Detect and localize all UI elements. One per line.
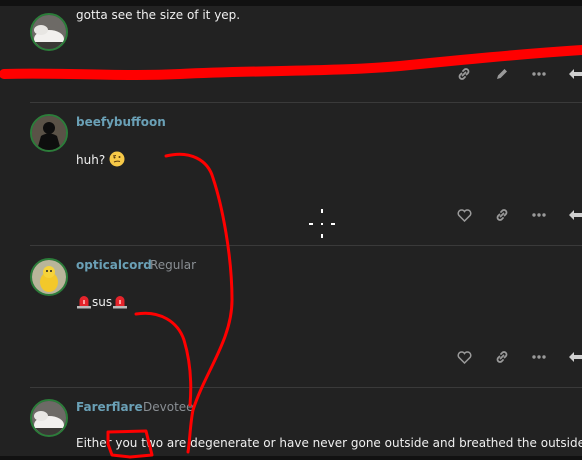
post-actions [455, 65, 582, 85]
reply-button[interactable] [567, 348, 582, 366]
more-icon [532, 213, 546, 217]
top-edge [0, 0, 582, 6]
post-body: huh? [76, 151, 125, 170]
post-divider [30, 245, 582, 246]
link-button[interactable] [493, 348, 511, 366]
reply-icon [568, 68, 582, 80]
user-title: Devotee [143, 400, 194, 414]
heart-icon [457, 208, 472, 222]
link-button[interactable] [493, 206, 511, 224]
link-button[interactable] [455, 65, 473, 83]
avatar[interactable] [30, 258, 68, 296]
siren-emoji [76, 293, 92, 312]
more-icon [532, 355, 546, 359]
reply-button[interactable] [567, 65, 582, 83]
username[interactable]: Farerflare [76, 400, 143, 414]
post-actions [455, 206, 582, 226]
link-icon [495, 350, 509, 364]
post-divider [30, 102, 582, 103]
username[interactable]: beefybuffoon [76, 115, 166, 129]
like-button[interactable] [455, 206, 473, 224]
post-body: sus [76, 293, 128, 312]
avatar[interactable] [30, 13, 68, 51]
link-icon [495, 208, 509, 222]
post-actions [455, 348, 582, 368]
heart-icon [457, 350, 472, 364]
bottom-edge [0, 456, 582, 460]
reply-button[interactable] [567, 206, 582, 224]
edit-button[interactable] [493, 65, 511, 83]
more-button[interactable] [530, 206, 548, 224]
username[interactable]: opticalcord [76, 258, 152, 272]
more-icon [532, 72, 546, 76]
pencil-icon [495, 67, 509, 81]
siren-emoji [112, 293, 128, 312]
thinking-emoji [109, 151, 125, 170]
avatar[interactable] [30, 114, 68, 152]
post-body-text: huh? [76, 153, 106, 167]
reply-icon [568, 209, 582, 221]
connector-line [134, 311, 193, 407]
crosshair-cursor [309, 209, 335, 239]
post-divider [30, 387, 582, 388]
avatar[interactable] [30, 399, 68, 437]
link-icon [457, 67, 471, 81]
user-title: Regular [150, 258, 197, 272]
post-body-text: sus [92, 295, 113, 309]
more-button[interactable] [530, 65, 548, 83]
reply-icon [568, 351, 582, 363]
post-body: gotta see the size of it yep. [76, 8, 241, 22]
more-button[interactable] [530, 348, 548, 366]
like-button[interactable] [455, 348, 473, 366]
post-body: Either you two are degenerate or have ne… [76, 436, 582, 450]
